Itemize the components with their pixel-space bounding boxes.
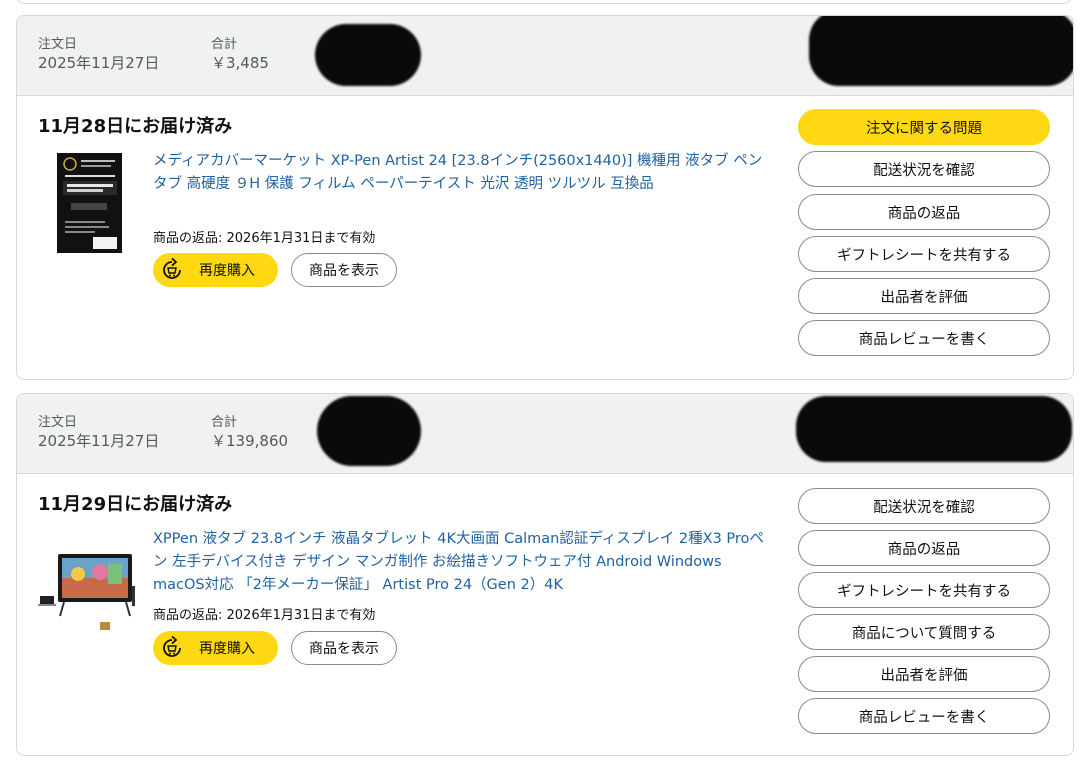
order-total: ￥3,485 [211,54,269,72]
repeat-cart-icon [159,635,185,661]
order-total-label: 合計 [211,415,238,430]
write-review-button[interactable]: 商品レビューを書く [798,698,1050,734]
order-date-label: 注文日 [38,37,78,52]
redaction-mark [809,16,1073,86]
share-gift-receipt-button[interactable]: ギフトレシートを共有する [798,236,1050,272]
view-item-button[interactable]: 商品を表示 [291,631,397,665]
order-header: 注文日 2025年11月27日 合計 ￥3,485 [17,16,1073,96]
buy-again-button[interactable]: 再度購入 [153,253,278,287]
ask-product-question-button[interactable]: 商品について質問する [798,614,1050,650]
previous-order-card-edge [16,0,1072,4]
product-thumbnail[interactable] [57,153,122,253]
order-problem-button[interactable]: 注文に関する問題 [798,109,1050,145]
repeat-cart-icon [159,257,185,283]
order-date: 2025年11月27日 [38,432,160,450]
return-window-note: 商品の返品: 2026年1月31日まで有効 [153,231,376,246]
order-date: 2025年11月27日 [38,54,160,72]
track-package-button[interactable]: 配送状況を確認 [798,488,1050,524]
order-card: 注文日 2025年11月27日 合計 ￥3,485 11月28日にお届け済み メ… [16,15,1074,380]
order-total: ￥139,860 [211,432,289,450]
delivery-status: 11月28日にお届け済み [38,116,233,137]
redaction-mark [796,396,1072,462]
return-window-note: 商品の返品: 2026年1月31日まで有効 [153,608,376,623]
product-title-link[interactable]: XPPen 液タブ 23.8インチ 液晶タブレット 4K大画面 Calman認証… [153,528,773,597]
delivery-status: 11月29日にお届け済み [38,494,233,515]
buy-again-label: 再度購入 [199,263,255,279]
return-item-button[interactable]: 商品の返品 [798,194,1050,230]
order-header: 注文日 2025年11月27日 合計 ￥139,860 [17,394,1073,474]
share-gift-receipt-button[interactable]: ギフトレシートを共有する [798,572,1050,608]
seller-feedback-button[interactable]: 出品者を評価 [798,656,1050,692]
redaction-mark [317,396,421,466]
seller-feedback-button[interactable]: 出品者を評価 [798,278,1050,314]
order-date-label: 注文日 [38,415,78,430]
track-package-button[interactable]: 配送状況を確認 [798,151,1050,187]
buy-again-button[interactable]: 再度購入 [153,631,278,665]
product-title-link[interactable]: メディアカバーマーケット XP-Pen Artist 24 [23.8インチ(2… [153,150,773,196]
write-review-button[interactable]: 商品レビューを書く [798,320,1050,356]
redaction-mark [315,24,421,86]
view-item-button[interactable]: 商品を表示 [291,253,397,287]
product-thumbnail[interactable] [38,544,138,634]
return-item-button[interactable]: 商品の返品 [798,530,1050,566]
order-card: 注文日 2025年11月27日 合計 ￥139,860 11月29日にお届け済み… [16,393,1074,756]
buy-again-label: 再度購入 [199,641,255,657]
order-total-label: 合計 [211,37,238,52]
